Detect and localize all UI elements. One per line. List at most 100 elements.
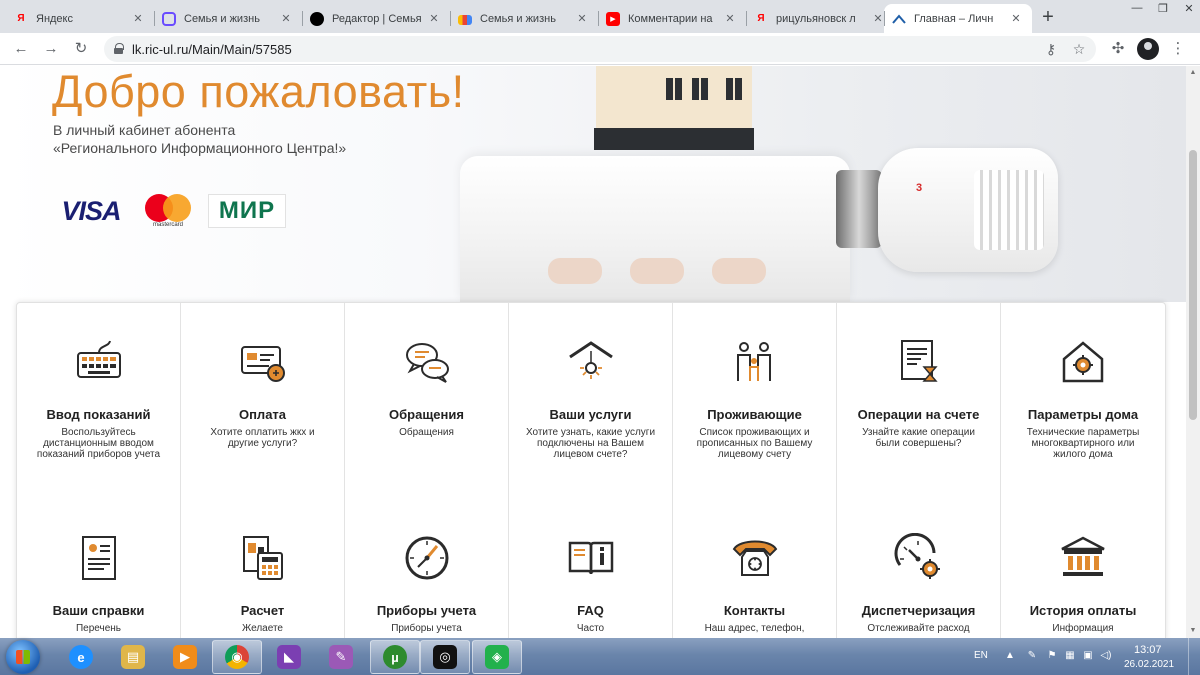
- feather-app-icon: ✎: [329, 645, 353, 669]
- browser-toolbar: ← → ↻ lk.ric-ul.ru/Main/Main/57585 ⚷ ☆ ✣…: [0, 33, 1200, 65]
- tab-title: Семья и жизнь: [480, 12, 556, 25]
- network-tray-icon[interactable]: ▦: [1064, 650, 1076, 662]
- menu-card-house-parameters[interactable]: Параметры дома Технические параметры мно…: [1001, 303, 1165, 499]
- device-tray-icon[interactable]: ▣: [1082, 650, 1094, 662]
- show-desktop-button[interactable]: [1188, 638, 1200, 675]
- card-title: Ваши справки: [52, 603, 145, 618]
- chat-bubbles-icon: [402, 337, 452, 387]
- menu-card-services[interactable]: Ваши услуги Хотите узнать, какие услуги …: [509, 303, 673, 499]
- card-description: Перечень: [75, 623, 122, 634]
- card-description: Наш адрес, телефон,: [704, 623, 805, 634]
- tab-comments[interactable]: ▶ Комментарии на ✕: [598, 4, 746, 33]
- menu-card-dispatching[interactable]: Диспетчеризация Отслеживайте расход: [837, 499, 1001, 638]
- close-icon[interactable]: ✕: [574, 12, 590, 25]
- menu-card-meter-input[interactable]: Ввод показаний Воспользуйтесь дистанцион…: [17, 303, 181, 499]
- page-scrollbar[interactable]: ▲ ▼: [1186, 66, 1200, 638]
- card-description: Приборы учета: [391, 623, 462, 634]
- gauge-icon: [402, 533, 452, 583]
- chrome-icon: ◉: [225, 645, 249, 669]
- close-icon[interactable]: ✕: [130, 12, 146, 25]
- clock-date[interactable]: 26.02.2021: [1124, 659, 1174, 670]
- lock-icon[interactable]: [114, 43, 124, 54]
- pen-tray-icon[interactable]: ✎: [1026, 650, 1038, 662]
- start-button[interactable]: [6, 640, 40, 674]
- tray-expand-icon[interactable]: ▲: [1004, 650, 1016, 662]
- tab-semya-zen[interactable]: Семья и жизнь ✕: [154, 4, 302, 33]
- close-icon[interactable]: ✕: [278, 12, 294, 25]
- tab-main-lk[interactable]: Главная – Личн ✕: [884, 4, 1032, 33]
- windows-taskbar: e ▤ ▶ ◉ ◣ ✎ µ ◎ ◈ EN ▲ ✎ ⚑ ▦ ▣ ◁) 13:07 …: [0, 638, 1200, 675]
- editor-icon: [310, 11, 324, 26]
- url-text[interactable]: lk.ric-ul.ru/Main/Main/57585: [132, 42, 292, 57]
- keyboard-icon: [74, 337, 124, 387]
- card-title: Ввод показаний: [46, 407, 151, 422]
- menu-card-meters[interactable]: Приборы учета Приборы учета: [345, 499, 509, 638]
- minimize-button[interactable]: —: [1126, 2, 1148, 18]
- taskbar-app-internet-explorer[interactable]: e: [56, 640, 106, 674]
- menu-card-contacts[interactable]: Контакты Наш адрес, телефон,: [673, 499, 837, 638]
- menu-dots-icon[interactable]: ⋮: [1167, 38, 1189, 60]
- taskbar-app-chrome[interactable]: ◉: [212, 640, 262, 674]
- card-title: FAQ: [577, 603, 604, 618]
- menu-card-faq[interactable]: FAQ Часто: [509, 499, 673, 638]
- scroll-up-arrow-icon[interactable]: ▲: [1186, 66, 1200, 80]
- extensions-puzzle-icon[interactable]: ✣: [1107, 38, 1129, 60]
- close-icon[interactable]: ✕: [1008, 12, 1024, 25]
- scrollbar-thumb[interactable]: [1189, 150, 1197, 420]
- visual-studio-icon: ◣: [277, 645, 301, 669]
- restore-button[interactable]: ❐: [1152, 2, 1174, 18]
- mir-logo: МИР: [208, 194, 286, 228]
- internet-explorer-icon: e: [69, 645, 93, 669]
- tab-yandex-search[interactable]: Я рицульяновск л ✕: [746, 4, 894, 33]
- volume-icon[interactable]: ◁): [1100, 650, 1112, 662]
- tab-title: Главная – Личн: [914, 12, 994, 25]
- yandex-icon: Я: [17, 13, 25, 24]
- taskbar-app-utorrent[interactable]: µ: [370, 640, 420, 674]
- bookmark-star-icon[interactable]: ☆: [1070, 40, 1088, 58]
- card-description: Список проживающих и прописанных по Ваше…: [696, 427, 813, 460]
- menu-card-account-operations[interactable]: Операции на счете Узнайте какие операции…: [837, 303, 1001, 499]
- taskbar-app-feather[interactable]: ✎: [316, 640, 366, 674]
- welcome-title: Добро пожаловать!: [52, 66, 465, 117]
- taskbar-app-camera[interactable]: ◎: [420, 640, 470, 674]
- forward-icon[interactable]: →: [40, 38, 62, 60]
- tab-editor[interactable]: Редактор | Семья ✕: [302, 4, 450, 33]
- menu-card-payment[interactable]: Оплата Хотите оплатить жкх и другие услу…: [181, 303, 345, 499]
- chart-icon: [458, 15, 472, 25]
- address-bar[interactable]: lk.ric-ul.ru/Main/Main/57585 ⚷ ☆: [104, 36, 1096, 62]
- close-window-button[interactable]: ✕: [1178, 2, 1200, 18]
- card-title: Операции на счете: [857, 407, 980, 422]
- taskbar-app-visual-studio[interactable]: ◣: [264, 640, 314, 674]
- close-icon[interactable]: ✕: [722, 12, 738, 25]
- tab-semya-stats[interactable]: Семья и жизнь ✕: [450, 4, 598, 33]
- scroll-down-arrow-icon[interactable]: ▼: [1186, 624, 1200, 638]
- language-indicator[interactable]: EN: [974, 650, 988, 661]
- menu-card-certificates[interactable]: Ваши справки Перечень: [17, 499, 181, 638]
- youtube-icon: ▶: [606, 11, 620, 26]
- card-description: Хотите узнать, какие услуги подключены н…: [525, 427, 656, 460]
- browser-tab-strip: Я Яндекс ✕ Семья и жизнь ✕ Редактор | Се…: [0, 0, 1200, 33]
- radiator-image: [460, 156, 850, 302]
- profile-avatar[interactable]: [1137, 38, 1159, 60]
- model-house-roof: [594, 128, 754, 150]
- menu-card-calculation[interactable]: Расчет Желаете: [181, 499, 345, 638]
- valve-pipe-image: [836, 170, 882, 248]
- close-icon[interactable]: ✕: [426, 12, 442, 25]
- card-description: Информация: [1052, 623, 1114, 634]
- clock-time[interactable]: 13:07: [1134, 644, 1162, 656]
- card-description: Обращения: [399, 427, 454, 438]
- back-icon[interactable]: ←: [10, 38, 32, 60]
- taskbar-app-file-explorer[interactable]: ▤: [108, 640, 158, 674]
- reload-icon[interactable]: ↻: [70, 38, 92, 60]
- flag-tray-icon[interactable]: ⚑: [1046, 650, 1058, 662]
- menu-card-residents[interactable]: Проживающие Список проживающих и прописа…: [673, 303, 837, 499]
- new-tab-button[interactable]: +: [1037, 6, 1059, 28]
- taskbar-app-media-player[interactable]: ▶: [160, 640, 210, 674]
- menu-card-requests[interactable]: Обращения Обращения: [345, 303, 509, 499]
- menu-card-payment-history[interactable]: История оплаты Информация: [1001, 499, 1165, 638]
- card-description: Технические параметры многоквартирного и…: [1026, 427, 1140, 460]
- tab-yandex[interactable]: Я Яндекс ✕: [6, 4, 154, 33]
- welcome-subtitle-line1: В личный кабинет абонента: [53, 122, 236, 138]
- taskbar-app-green[interactable]: ◈: [472, 640, 522, 674]
- key-icon[interactable]: ⚷: [1042, 40, 1060, 58]
